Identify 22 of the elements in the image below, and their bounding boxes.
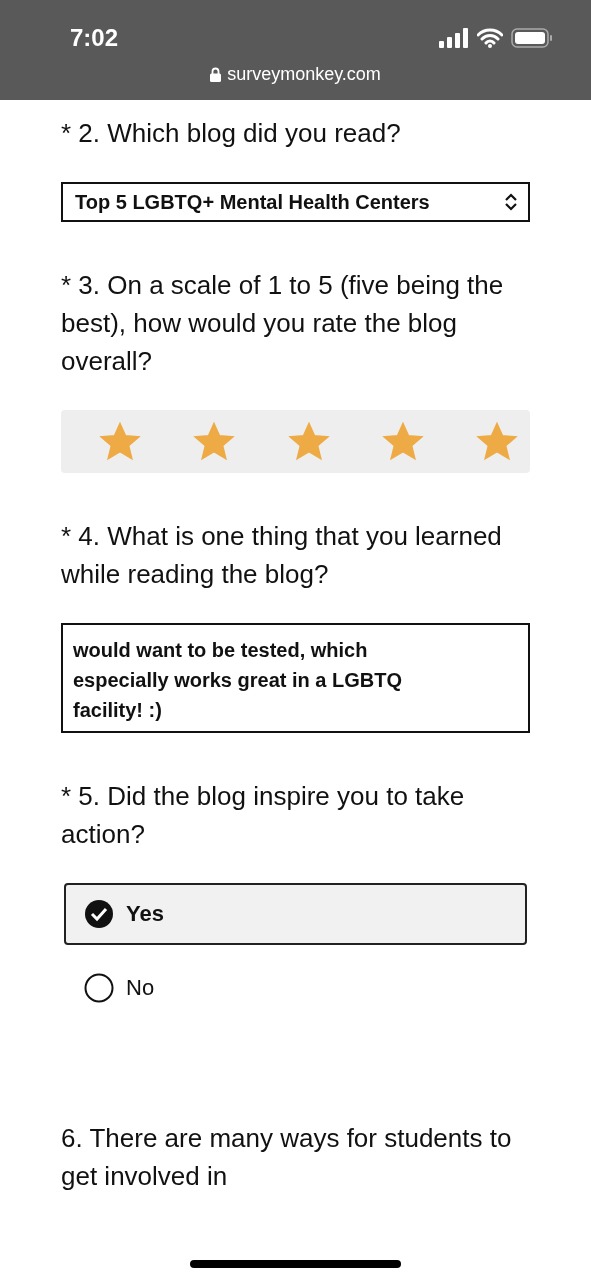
question-title: 6. There are many ways for students to get involved in	[61, 1122, 513, 1193]
question-title: * 4. What is one thing that you learned while reading the blog?	[61, 520, 503, 591]
star-icon[interactable]	[99, 421, 141, 462]
choice-option[interactable]: No	[64, 957, 527, 1019]
home-indicator[interactable]	[190, 1260, 401, 1268]
chevron-updown-icon	[504, 192, 518, 212]
star-icon[interactable]	[287, 421, 330, 462]
blog-dropdown[interactable]: Top 5 LGBTQ+ Mental Health Centers	[61, 182, 530, 222]
star-icon[interactable]	[476, 421, 518, 462]
star-icon[interactable]	[381, 421, 424, 462]
answer-box[interactable]: would want to be tested, which especially works great in a LGBTQ facility! :)	[61, 623, 530, 733]
url-text[interactable]: surveymonkey.com	[227, 64, 381, 85]
question-title: * 5. Did the blog inspire you to take action?	[61, 780, 466, 851]
question-title: * 2. Which blog did you read?	[61, 117, 402, 150]
signal-icon	[439, 28, 469, 48]
clock-time: 7:02	[70, 24, 119, 52]
wifi-icon	[477, 28, 503, 48]
question-title: * 3. On a scale of 1 to 5 (five being the best), how would you rate the blog overall?	[61, 269, 505, 378]
battery-icon	[511, 28, 553, 48]
lock-icon	[210, 67, 222, 82]
star-icon[interactable]	[193, 421, 236, 462]
choice-option[interactable]: Yes	[64, 883, 527, 945]
